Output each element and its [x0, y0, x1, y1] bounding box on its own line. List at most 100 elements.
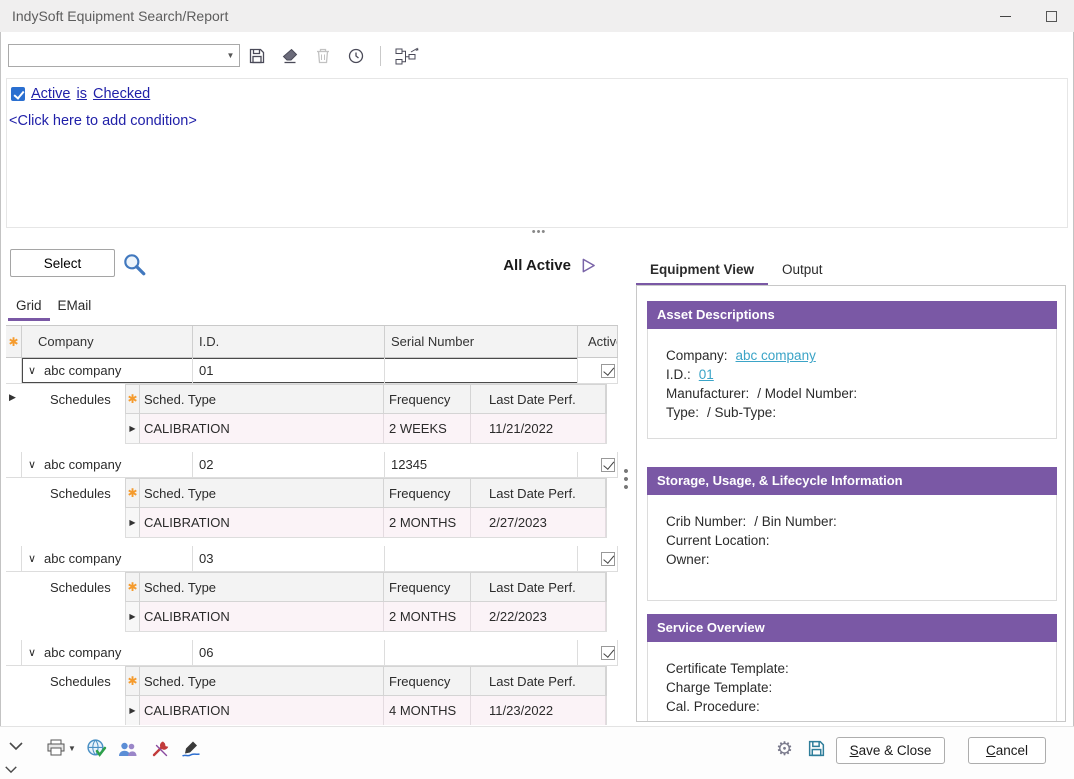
equipment-row[interactable]: ∨abc company 01 — [6, 358, 618, 384]
settings-button[interactable]: ⚙ — [776, 740, 793, 759]
vertical-splitter-handle[interactable]: ••• — [619, 468, 633, 492]
cell-company[interactable]: ∨abc company — [22, 358, 193, 383]
history-button[interactable] — [345, 45, 367, 67]
cancel-button[interactable]: Cancel — [968, 737, 1046, 764]
cell-last-date[interactable]: 11/21/2022 — [471, 414, 606, 443]
cell-sched-type[interactable]: CALIBRATION — [140, 602, 384, 631]
minimize-button[interactable] — [982, 0, 1028, 32]
company-link[interactable]: abc company — [736, 346, 816, 365]
cell-sched-type[interactable]: CALIBRATION — [140, 414, 384, 443]
condition-enabled-checkbox[interactable] — [11, 87, 25, 101]
signature-button[interactable] — [181, 740, 201, 758]
combo-dropdown-button[interactable]: ▼ — [222, 45, 239, 66]
condition-operator-link[interactable]: is — [77, 86, 87, 102]
saved-report-input[interactable] — [9, 45, 222, 66]
print-button[interactable]: ▼ — [46, 739, 76, 757]
collapse-caret-icon[interactable]: ∨ — [24, 458, 40, 471]
column-header-last-date[interactable]: Last Date Perf. — [471, 479, 606, 507]
column-header-sched-type[interactable]: Sched. Type — [140, 573, 384, 601]
cell-last-date[interactable]: 2/27/2023 — [471, 508, 606, 537]
column-header-id[interactable]: I.D. — [193, 326, 385, 357]
run-search-button[interactable] — [121, 251, 147, 277]
scroll-chevron-icon[interactable] — [4, 765, 18, 774]
cell-company[interactable]: ∨abc company — [22, 546, 193, 571]
grid-indicator-header[interactable]: ✱ — [6, 326, 22, 357]
tab-grid[interactable]: Grid — [8, 296, 50, 321]
maximize-button[interactable] — [1028, 0, 1074, 32]
equipment-row[interactable]: ∨abc company 02 12345 — [6, 452, 618, 478]
web-publish-button[interactable] — [86, 738, 107, 759]
cell-id[interactable]: 01 — [193, 358, 385, 383]
column-header-sched-type[interactable]: Sched. Type — [140, 385, 384, 413]
schedule-row[interactable]: ▶ CALIBRATION 2 WEEKS 11/21/2022 — [125, 414, 607, 444]
column-header-sched-type[interactable]: Sched. Type — [140, 667, 384, 695]
cell-serial[interactable] — [385, 546, 578, 571]
cell-frequency[interactable]: 2 MONTHS — [384, 508, 471, 537]
sub-indicator-header[interactable]: ✱ — [126, 479, 140, 507]
condition-value-link[interactable]: Checked — [93, 86, 150, 102]
tools-button[interactable] — [151, 740, 171, 758]
sub-indicator-header[interactable]: ✱ — [126, 667, 140, 695]
cell-frequency[interactable]: 2 MONTHS — [384, 602, 471, 631]
column-header-frequency[interactable]: Frequency — [384, 385, 471, 413]
schedules-label: Schedules — [50, 486, 111, 501]
add-condition-link[interactable]: <Click here to add condition> — [9, 113, 197, 129]
row-gutter — [6, 452, 22, 477]
cell-id[interactable]: 06 — [193, 640, 385, 665]
column-header-active[interactable]: Active — [578, 326, 618, 357]
column-header-last-date[interactable]: Last Date Perf. — [471, 667, 606, 695]
schedule-row[interactable]: ▶ CALIBRATION 2 MONTHS 2/22/2023 — [125, 602, 607, 632]
sub-indicator-header[interactable]: ✱ — [126, 573, 140, 601]
active-checkbox[interactable] — [601, 458, 615, 472]
column-header-frequency[interactable]: Frequency — [384, 667, 471, 695]
tab-output[interactable]: Output — [768, 258, 837, 286]
column-header-company[interactable]: Company — [22, 326, 193, 357]
tab-equipment-view[interactable]: Equipment View — [636, 258, 768, 286]
collapse-caret-icon[interactable]: ∨ — [24, 646, 40, 659]
more-options-button[interactable] — [8, 741, 24, 751]
cell-last-date[interactable]: 11/23/2022 — [471, 696, 606, 725]
cell-sched-type[interactable]: CALIBRATION — [140, 696, 384, 725]
schedule-row[interactable]: ▶ CALIBRATION 4 MONTHS 11/23/2022 — [125, 696, 607, 725]
cell-serial[interactable] — [385, 640, 578, 665]
cell-serial[interactable] — [385, 358, 578, 383]
saved-report-combo[interactable]: ▼ — [8, 44, 240, 67]
equipment-row[interactable]: ∨abc company 03 — [6, 546, 618, 572]
column-header-last-date[interactable]: Last Date Perf. — [471, 573, 606, 601]
id-link[interactable]: 01 — [699, 365, 714, 384]
sub-indicator-header[interactable]: ✱ — [126, 385, 140, 413]
collapse-caret-icon[interactable]: ∨ — [24, 364, 40, 377]
column-header-frequency[interactable]: Frequency — [384, 573, 471, 601]
save-and-close-button[interactable]: Save & Close — [836, 737, 945, 764]
select-button[interactable]: Select — [10, 249, 115, 277]
delete-report-button[interactable] — [312, 45, 334, 67]
schedule-row[interactable]: ▶ CALIBRATION 2 MONTHS 2/27/2023 — [125, 508, 607, 538]
active-checkbox[interactable] — [601, 552, 615, 566]
column-header-last-date[interactable]: Last Date Perf. — [471, 385, 606, 413]
column-header-serial[interactable]: Serial Number — [385, 326, 578, 357]
save-report-button[interactable] — [246, 45, 268, 67]
condition-field-link[interactable]: Active — [31, 86, 71, 102]
design-view-button[interactable] — [394, 45, 420, 67]
column-header-frequency[interactable]: Frequency — [384, 479, 471, 507]
cell-frequency[interactable]: 2 WEEKS — [384, 414, 471, 443]
collapse-caret-icon[interactable]: ∨ — [24, 552, 40, 565]
tab-email[interactable]: EMail — [50, 296, 100, 321]
cell-company[interactable]: ∨abc company — [22, 452, 193, 477]
cell-serial[interactable]: 12345 — [385, 452, 578, 477]
users-button[interactable] — [116, 740, 139, 758]
active-checkbox[interactable] — [601, 646, 615, 660]
cell-company[interactable]: ∨abc company — [22, 640, 193, 665]
equipment-row[interactable]: ∨abc company 06 — [6, 640, 618, 666]
cell-frequency[interactable]: 4 MONTHS — [384, 696, 471, 725]
cell-sched-type[interactable]: CALIBRATION — [140, 508, 384, 537]
cell-id[interactable]: 03 — [193, 546, 385, 571]
cell-id[interactable]: 02 — [193, 452, 385, 477]
active-checkbox[interactable] — [601, 364, 615, 378]
run-scope-icon[interactable] — [581, 257, 596, 274]
column-header-sched-type[interactable]: Sched. Type — [140, 479, 384, 507]
clear-conditions-button[interactable] — [279, 45, 301, 67]
horizontal-splitter-handle[interactable]: ••• — [524, 226, 554, 238]
save-layout-button[interactable] — [807, 739, 826, 758]
cell-last-date[interactable]: 2/22/2023 — [471, 602, 606, 631]
